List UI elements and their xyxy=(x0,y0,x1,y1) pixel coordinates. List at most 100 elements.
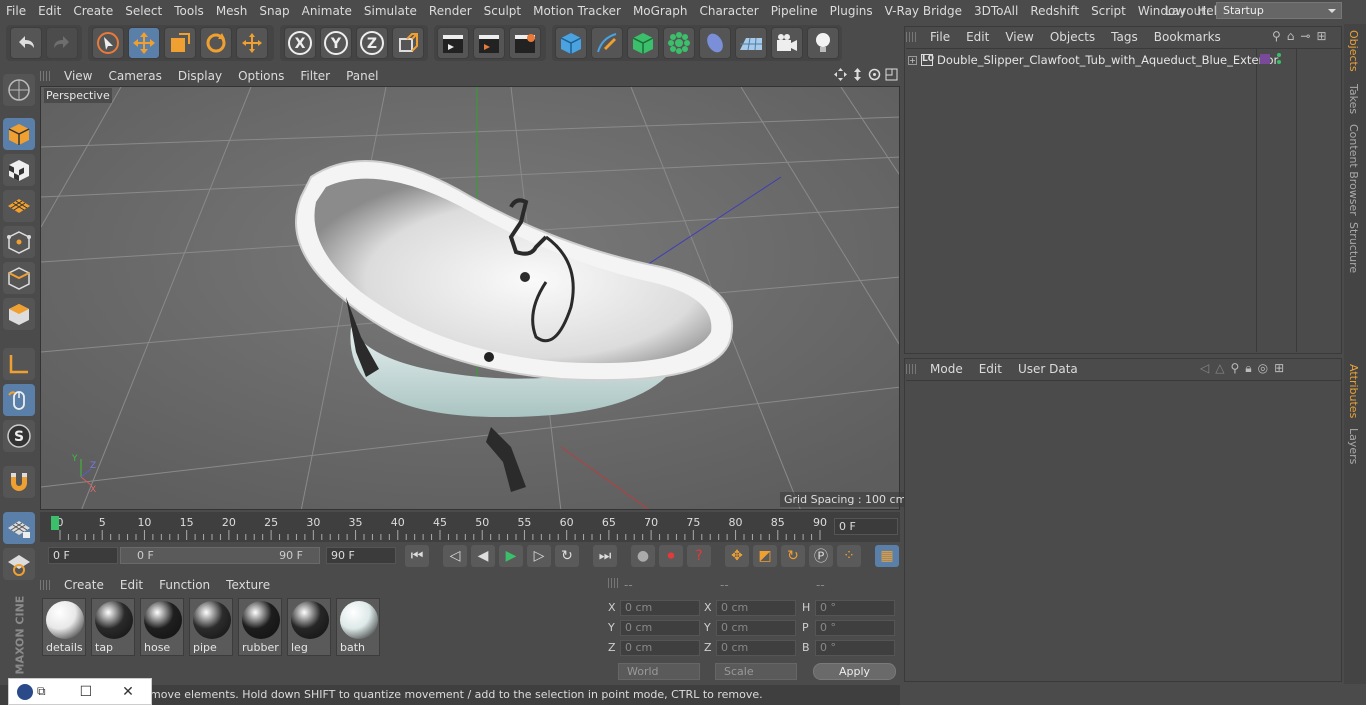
timeline-ruler[interactable]: 0 5 10 15 20 25 30 35 40 45 50 55 60 65 70 75 80 85 90 xyxy=(40,512,900,542)
back-arrow-icon[interactable]: ◁ xyxy=(1200,361,1209,376)
viewport-menu-filter[interactable]: Filter xyxy=(292,69,338,83)
menu-plugins[interactable]: Plugins xyxy=(824,4,879,18)
lock-icon[interactable]: 🔒︎ xyxy=(1245,361,1251,376)
menu-pipeline[interactable]: Pipeline xyxy=(765,4,824,18)
object-menu-edit[interactable]: Edit xyxy=(958,30,997,44)
y-axis-button[interactable]: Y xyxy=(320,27,352,59)
render-settings-button[interactable] xyxy=(509,27,541,59)
menu-script[interactable]: Script xyxy=(1085,4,1132,18)
object-menu-objects[interactable]: Objects xyxy=(1042,30,1103,44)
next-key-button[interactable]: ↻ xyxy=(555,545,579,567)
tab-takes[interactable]: Takes xyxy=(1347,84,1360,114)
menu-redshift[interactable]: Redshift xyxy=(1024,4,1085,18)
material-6[interactable]: bath xyxy=(336,598,380,656)
tab-layers[interactable]: Layers xyxy=(1347,428,1360,464)
redo-button[interactable] xyxy=(46,27,78,59)
coord-field[interactable]: 0 cm xyxy=(716,620,796,636)
x-axis-button[interactable]: X xyxy=(284,27,316,59)
back-icon[interactable]: ⊸ xyxy=(1300,29,1310,43)
coord-field[interactable]: 0 cm xyxy=(716,600,796,616)
material-0[interactable]: details xyxy=(42,598,86,656)
key-rotation-button[interactable]: ↻ xyxy=(781,545,805,567)
current-frame-field[interactable]: 0 F xyxy=(834,518,898,535)
make-editable-button[interactable] xyxy=(3,74,35,106)
visibility-dots[interactable] xyxy=(1277,53,1281,65)
material-menu-function[interactable]: Function xyxy=(151,578,218,592)
key-position-button[interactable]: ✥ xyxy=(725,545,749,567)
coord-field[interactable]: 0 cm xyxy=(620,640,700,656)
attribute-menu-user-data[interactable]: User Data xyxy=(1010,362,1086,376)
goto-end-button[interactable]: ⏭ xyxy=(593,545,617,567)
material-5[interactable]: leg xyxy=(287,598,331,656)
rotate-tool-button[interactable] xyxy=(200,27,232,59)
zoom-view-icon[interactable] xyxy=(851,68,864,81)
object-name[interactable]: Double_Slipper_Clawfoot_Tub_with_Aqueduc… xyxy=(937,53,1278,67)
rotate-view-icon[interactable] xyxy=(868,68,881,81)
end-frame-field[interactable]: 90 F xyxy=(326,547,396,564)
select-tool-button[interactable] xyxy=(92,27,124,59)
viewport-menu-cameras[interactable]: Cameras xyxy=(100,69,169,83)
floor-button[interactable] xyxy=(735,27,767,59)
menu-mograph[interactable]: MoGraph xyxy=(627,4,694,18)
timeline-window-button[interactable]: ▦ xyxy=(875,545,899,567)
menu-sculpt[interactable]: Sculpt xyxy=(478,4,527,18)
restore-icon[interactable]: ⧉ xyxy=(37,684,46,699)
scale-mode-dropdown[interactable]: Scale xyxy=(715,663,797,680)
texture-mode-button[interactable] xyxy=(3,154,35,186)
tab-objects[interactable]: Objects xyxy=(1347,30,1360,72)
prev-key-button[interactable]: ◁ xyxy=(443,545,467,567)
camera-button[interactable] xyxy=(771,27,803,59)
apply-button[interactable]: Apply xyxy=(813,663,896,680)
search-icon[interactable]: ⚲ xyxy=(1230,361,1239,376)
undo-button[interactable] xyxy=(10,27,42,59)
search-icon[interactable]: ⚲ xyxy=(1272,29,1281,43)
key-pla-button[interactable]: ⁘ xyxy=(837,545,861,567)
coord-field[interactable]: 0 cm xyxy=(716,640,796,656)
maximize-view-icon[interactable] xyxy=(885,68,898,81)
menu-simulate[interactable]: Simulate xyxy=(358,4,423,18)
close-icon[interactable]: ✕ xyxy=(122,684,134,700)
menu-render[interactable]: Render xyxy=(423,4,478,18)
edges-mode-button[interactable] xyxy=(3,262,35,294)
pen-button[interactable] xyxy=(591,27,623,59)
goto-start-button[interactable]: ⏮ xyxy=(405,545,429,567)
material-4[interactable]: rubber xyxy=(238,598,282,656)
viewport-menu-view[interactable]: View xyxy=(56,69,100,83)
object-row[interactable]: + L0 Double_Slipper_Clawfoot_Tub_with_Aq… xyxy=(908,53,1278,67)
workplane-lock-button[interactable] xyxy=(3,512,35,544)
record-keys-button[interactable]: ● xyxy=(631,545,655,567)
object-menu-tags[interactable]: Tags xyxy=(1103,30,1146,44)
play-button[interactable]: ▶ xyxy=(499,545,523,567)
z-axis-button[interactable]: Z xyxy=(356,27,388,59)
material-menu-texture[interactable]: Texture xyxy=(218,578,278,592)
material-1[interactable]: tap xyxy=(91,598,135,656)
coord-field[interactable]: 0 cm xyxy=(620,600,700,616)
object-menu-file[interactable]: File xyxy=(922,30,958,44)
viewport-menu-display[interactable]: Display xyxy=(170,69,230,83)
solo-button[interactable]: S xyxy=(3,420,35,452)
menu-edit[interactable]: Edit xyxy=(32,4,67,18)
expand-icon[interactable]: + xyxy=(908,55,917,65)
coordinate-system-button[interactable] xyxy=(392,27,424,59)
editor-visibility-dot[interactable] xyxy=(1277,53,1281,57)
frame-range-slider[interactable]: 0 F 90 F xyxy=(120,547,320,564)
snap-button[interactable] xyxy=(3,466,35,498)
planar-workplane-button[interactable] xyxy=(3,548,35,580)
subdivision-button[interactable] xyxy=(627,27,659,59)
light-button[interactable] xyxy=(807,27,839,59)
scale-tool-button[interactable] xyxy=(164,27,196,59)
viewport-menu-options[interactable]: Options xyxy=(230,69,292,83)
tab-attributes[interactable]: Attributes xyxy=(1347,364,1360,418)
layout-dropdown[interactable]: Startup xyxy=(1216,2,1342,19)
attribute-menu-edit[interactable]: Edit xyxy=(971,362,1010,376)
menu-motion-tracker[interactable]: Motion Tracker xyxy=(527,4,627,18)
coord-field[interactable]: 0 ° xyxy=(815,620,895,636)
cloner-button[interactable] xyxy=(663,27,695,59)
playhead-marker[interactable] xyxy=(51,516,59,530)
expand-panel-icon[interactable]: ⊞ xyxy=(1274,361,1284,376)
coord-field[interactable]: 0 ° xyxy=(815,600,895,616)
home-icon[interactable]: ⌂ xyxy=(1287,29,1295,43)
layer-color-swatch[interactable] xyxy=(1260,54,1270,64)
workplane-mode-button[interactable] xyxy=(3,190,35,222)
pan-view-icon[interactable] xyxy=(834,68,847,81)
